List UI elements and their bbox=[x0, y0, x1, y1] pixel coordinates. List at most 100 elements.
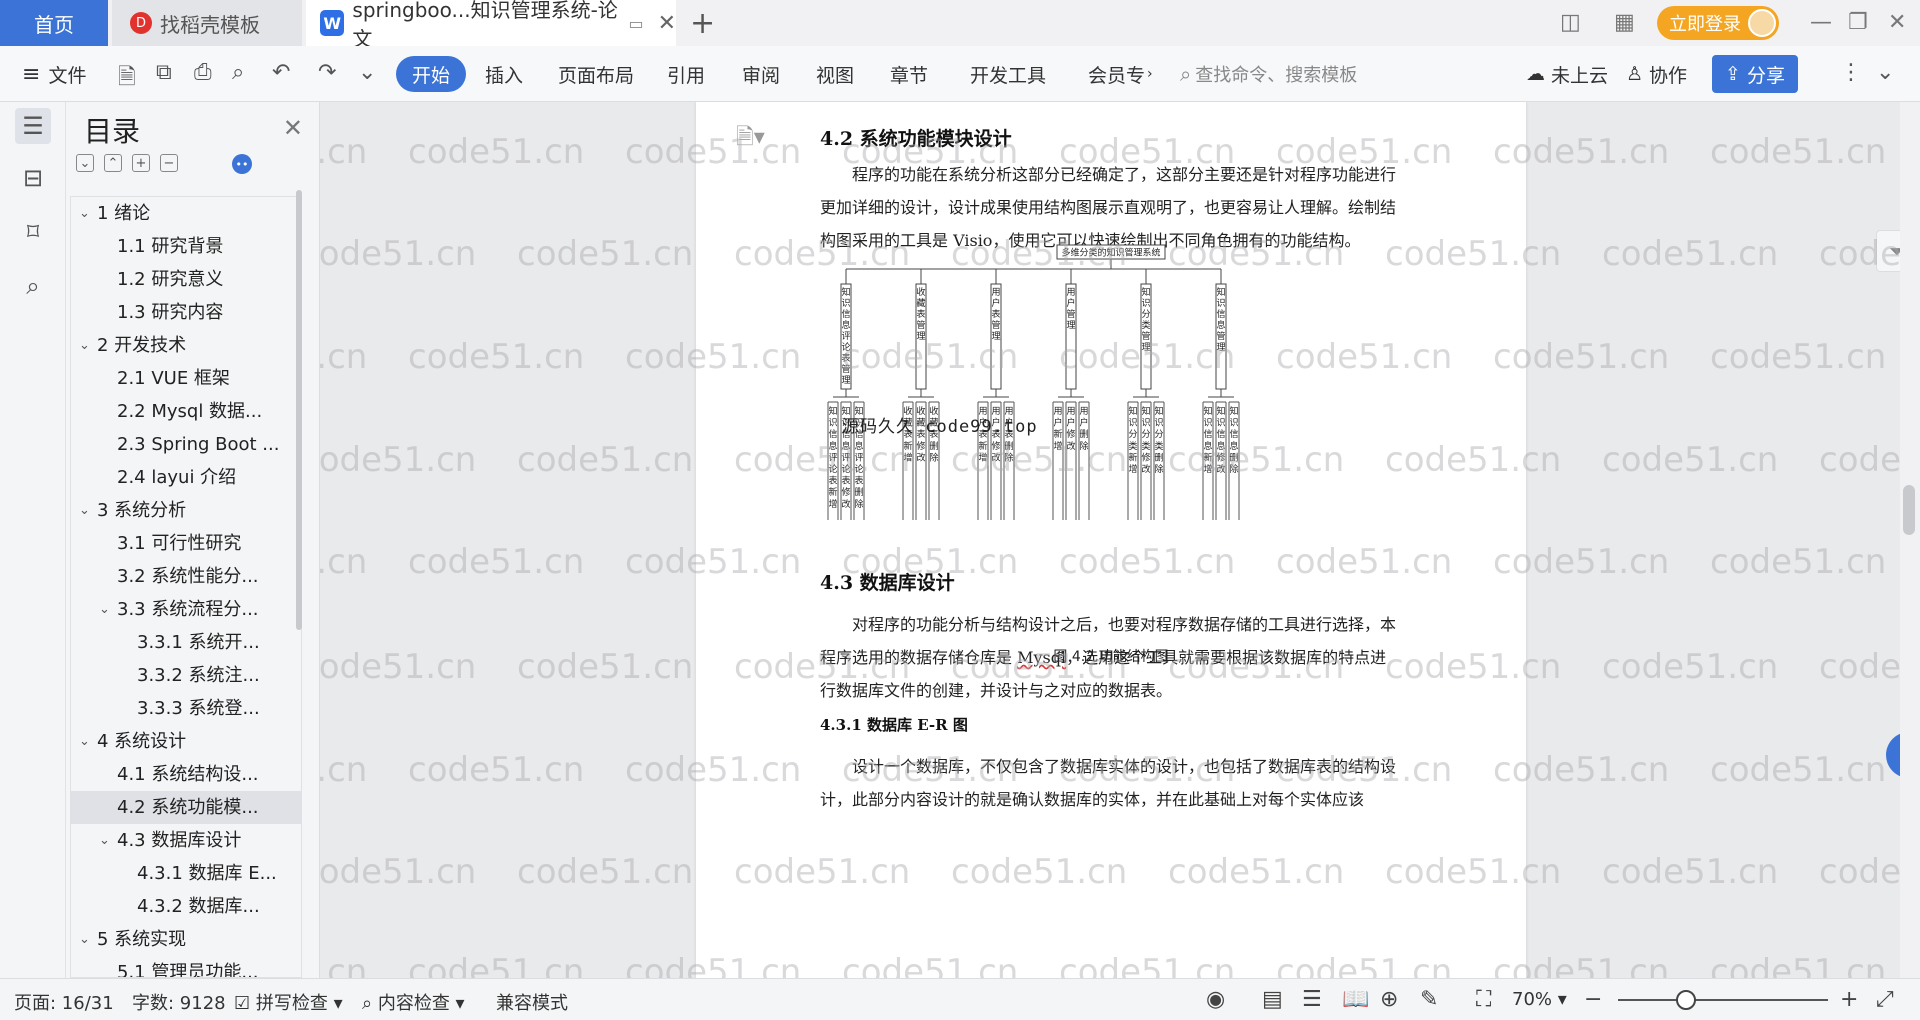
word-count[interactable]: 字数: 9128 bbox=[132, 989, 226, 1015]
zoom-slider[interactable] bbox=[1618, 999, 1828, 1001]
toc-item[interactable]: 3.3.1 系统开... bbox=[71, 626, 301, 659]
collapse-all-icon[interactable]: ⌄ bbox=[76, 154, 94, 172]
zoom-out-icon[interactable]: − bbox=[1584, 987, 1602, 1012]
fit-icon[interactable]: ⛶ bbox=[1476, 987, 1491, 1012]
restore-icon[interactable]: ❐ bbox=[1848, 10, 1868, 35]
scroll-thumb[interactable] bbox=[1903, 485, 1915, 535]
toc-item[interactable]: ⌄ 4 系统设计 bbox=[71, 725, 301, 758]
toc-item[interactable]: ⌄ 3.3 系统流程分... bbox=[71, 593, 301, 626]
toc-item[interactable]: 4.3.2 数据库... bbox=[71, 890, 301, 923]
share-button[interactable]: ⇪ 分享 bbox=[1712, 55, 1798, 93]
chevron-down-icon[interactable]: ⌄ bbox=[79, 197, 90, 230]
spell-check[interactable]: ☑ 拼写检查 ▾ bbox=[234, 989, 343, 1015]
toc-item[interactable]: 4.1 系统结构设... bbox=[71, 758, 301, 791]
chevron-down-icon[interactable]: ⌄ bbox=[99, 824, 110, 857]
layout-icon[interactable]: ◫ bbox=[1560, 10, 1581, 35]
command-search[interactable]: ⌕ 查找命令、搜索模板 bbox=[1180, 56, 1400, 92]
export-icon[interactable]: ⧉ bbox=[156, 60, 172, 85]
toc-item[interactable]: 1.1 研究背景 bbox=[71, 230, 301, 263]
web-view-icon[interactable]: ⊕ bbox=[1380, 987, 1398, 1012]
save-icon[interactable]: 🗎 bbox=[118, 60, 136, 98]
ai-assistant-icon[interactable]: •• bbox=[232, 154, 252, 174]
menu-reference[interactable]: 引用 bbox=[667, 56, 705, 92]
page-indicator[interactable]: 页面: 16/31 bbox=[14, 989, 114, 1015]
toc-icon[interactable]: ☰ bbox=[15, 108, 51, 144]
fullscreen-icon[interactable]: ⤢ bbox=[1876, 987, 1894, 1012]
toc-item[interactable]: ⌄ 5 系统实现 bbox=[71, 923, 301, 956]
toc-item[interactable]: 5.1 管理员功能... bbox=[71, 956, 301, 977]
menu-start[interactable]: 开始 bbox=[396, 56, 467, 92]
vertical-scrollbar[interactable] bbox=[1900, 102, 1920, 978]
toc-item[interactable]: 2.1 VUE 框架 bbox=[71, 362, 301, 395]
tab-home[interactable]: 首页 bbox=[0, 0, 108, 46]
window-close-icon[interactable]: ✕ bbox=[1888, 10, 1906, 35]
watermark-text: code51.cn bbox=[625, 337, 802, 377]
add-heading-icon[interactable]: + bbox=[132, 154, 150, 172]
chapter-icon[interactable]: ⊟ bbox=[15, 160, 51, 196]
toc-item[interactable]: ⌄ 1 绪论 bbox=[71, 197, 301, 230]
toc-item[interactable]: 3.3.3 系统登... bbox=[71, 692, 301, 725]
watermark-text: code51.cn bbox=[625, 952, 802, 978]
undo-icon[interactable]: ↶ bbox=[272, 60, 290, 85]
outline-view-icon[interactable]: ☰ bbox=[1302, 987, 1322, 1012]
login-button[interactable]: 立即登录 bbox=[1657, 6, 1779, 40]
share-icon: ⇪ bbox=[1725, 63, 1741, 85]
close-icon[interactable]: ✕ bbox=[283, 114, 303, 142]
tab-template[interactable]: D 找稻壳模板 bbox=[112, 0, 302, 46]
minimize-icon[interactable]: — bbox=[1810, 10, 1832, 35]
toc-item[interactable]: ⌄ 3 系统分析 bbox=[71, 494, 301, 527]
menu-devtools[interactable]: 开发工具 bbox=[970, 56, 1046, 92]
menu-view[interactable]: 视图 bbox=[816, 56, 854, 92]
chevron-down-icon[interactable]: ⌄ bbox=[79, 494, 90, 527]
read-view-icon[interactable]: 📖 bbox=[1342, 987, 1369, 1012]
menu-chapter[interactable]: 章节 bbox=[890, 56, 928, 92]
bookmark-icon[interactable]: ⌑ bbox=[15, 214, 51, 250]
chevron-down-icon[interactable]: ⌄ bbox=[79, 725, 90, 758]
chevron-down-icon[interactable]: ⌄ bbox=[79, 329, 90, 362]
menu-insert[interactable]: 插入 bbox=[485, 56, 523, 92]
zoom-slider-knob[interactable] bbox=[1676, 990, 1696, 1010]
zoom-in-icon[interactable]: + bbox=[1840, 987, 1858, 1012]
print-icon[interactable]: ⎙ bbox=[194, 60, 212, 85]
menu-member[interactable]: 会员专 › bbox=[1088, 56, 1153, 92]
preview-icon[interactable]: ⌕ bbox=[232, 60, 244, 85]
search-icon[interactable]: ⌕ bbox=[15, 268, 51, 304]
redo-icon[interactable]: ↷ bbox=[318, 60, 336, 85]
toc-item[interactable]: 1.3 研究内容 bbox=[71, 296, 301, 329]
collapse-ribbon-icon[interactable]: ⌄ bbox=[1876, 60, 1894, 85]
expand-up-icon[interactable]: ⌃ bbox=[104, 154, 122, 172]
eye-icon[interactable]: ◉ bbox=[1206, 987, 1225, 1012]
toc-item[interactable]: 4.2 系统功能模... bbox=[71, 791, 301, 824]
diagram-leaf-label: 知 bbox=[1229, 405, 1238, 417]
file-menu[interactable]: ≡ 文件 bbox=[22, 56, 86, 92]
toc-item[interactable]: 2.3 Spring Boot ... bbox=[71, 428, 301, 461]
diagram-branch-label: 类 bbox=[1141, 319, 1150, 331]
toc-item[interactable]: ⌄ 4.3 数据库设计 bbox=[71, 824, 301, 857]
toc-item[interactable]: 2.4 layui 介绍 bbox=[71, 461, 301, 494]
toc-scrollbar[interactable] bbox=[296, 190, 302, 630]
chevron-down-icon[interactable]: ⌄ bbox=[79, 923, 90, 956]
chevron-down-icon[interactable]: ⌄ bbox=[99, 593, 110, 626]
toc-item[interactable]: 3.3.2 系统注... bbox=[71, 659, 301, 692]
collab-button[interactable]: ♙ 协作 bbox=[1626, 56, 1687, 92]
toc-item[interactable]: 3.1 可行性研究 bbox=[71, 527, 301, 560]
grid-icon[interactable]: ▦ bbox=[1614, 10, 1635, 35]
close-icon[interactable]: ✕ bbox=[658, 11, 676, 36]
toc-item[interactable]: 1.2 研究意义 bbox=[71, 263, 301, 296]
more-icon[interactable]: ⋮ bbox=[1840, 60, 1862, 85]
pen-icon[interactable]: ✎ bbox=[1420, 987, 1438, 1012]
toc-item[interactable]: ⌄ 2 开发技术 bbox=[71, 329, 301, 362]
tab-document[interactable]: Wspringboo...知识管理系统-论文 ▭ ✕ bbox=[306, 0, 676, 51]
toc-item[interactable]: 4.3.1 数据库 E... bbox=[71, 857, 301, 890]
toc-item[interactable]: 3.2 系统性能分... bbox=[71, 560, 301, 593]
chevron-down-icon[interactable]: ⌄ bbox=[358, 60, 376, 85]
menu-layout[interactable]: 页面布局 bbox=[558, 56, 634, 92]
zoom-level[interactable]: 70% ▾ bbox=[1512, 989, 1567, 1010]
remove-heading-icon[interactable]: − bbox=[160, 154, 178, 172]
add-tab-icon[interactable]: + bbox=[690, 6, 715, 41]
menu-review[interactable]: 审阅 bbox=[742, 56, 780, 92]
content-check[interactable]: ⌕ 内容检查 ▾ bbox=[362, 989, 465, 1015]
page-view-icon[interactable]: ▤ bbox=[1262, 987, 1283, 1012]
cloud-status[interactable]: ☁ 未上云 bbox=[1526, 56, 1608, 92]
toc-item[interactable]: 2.2 Mysql 数据... bbox=[71, 395, 301, 428]
